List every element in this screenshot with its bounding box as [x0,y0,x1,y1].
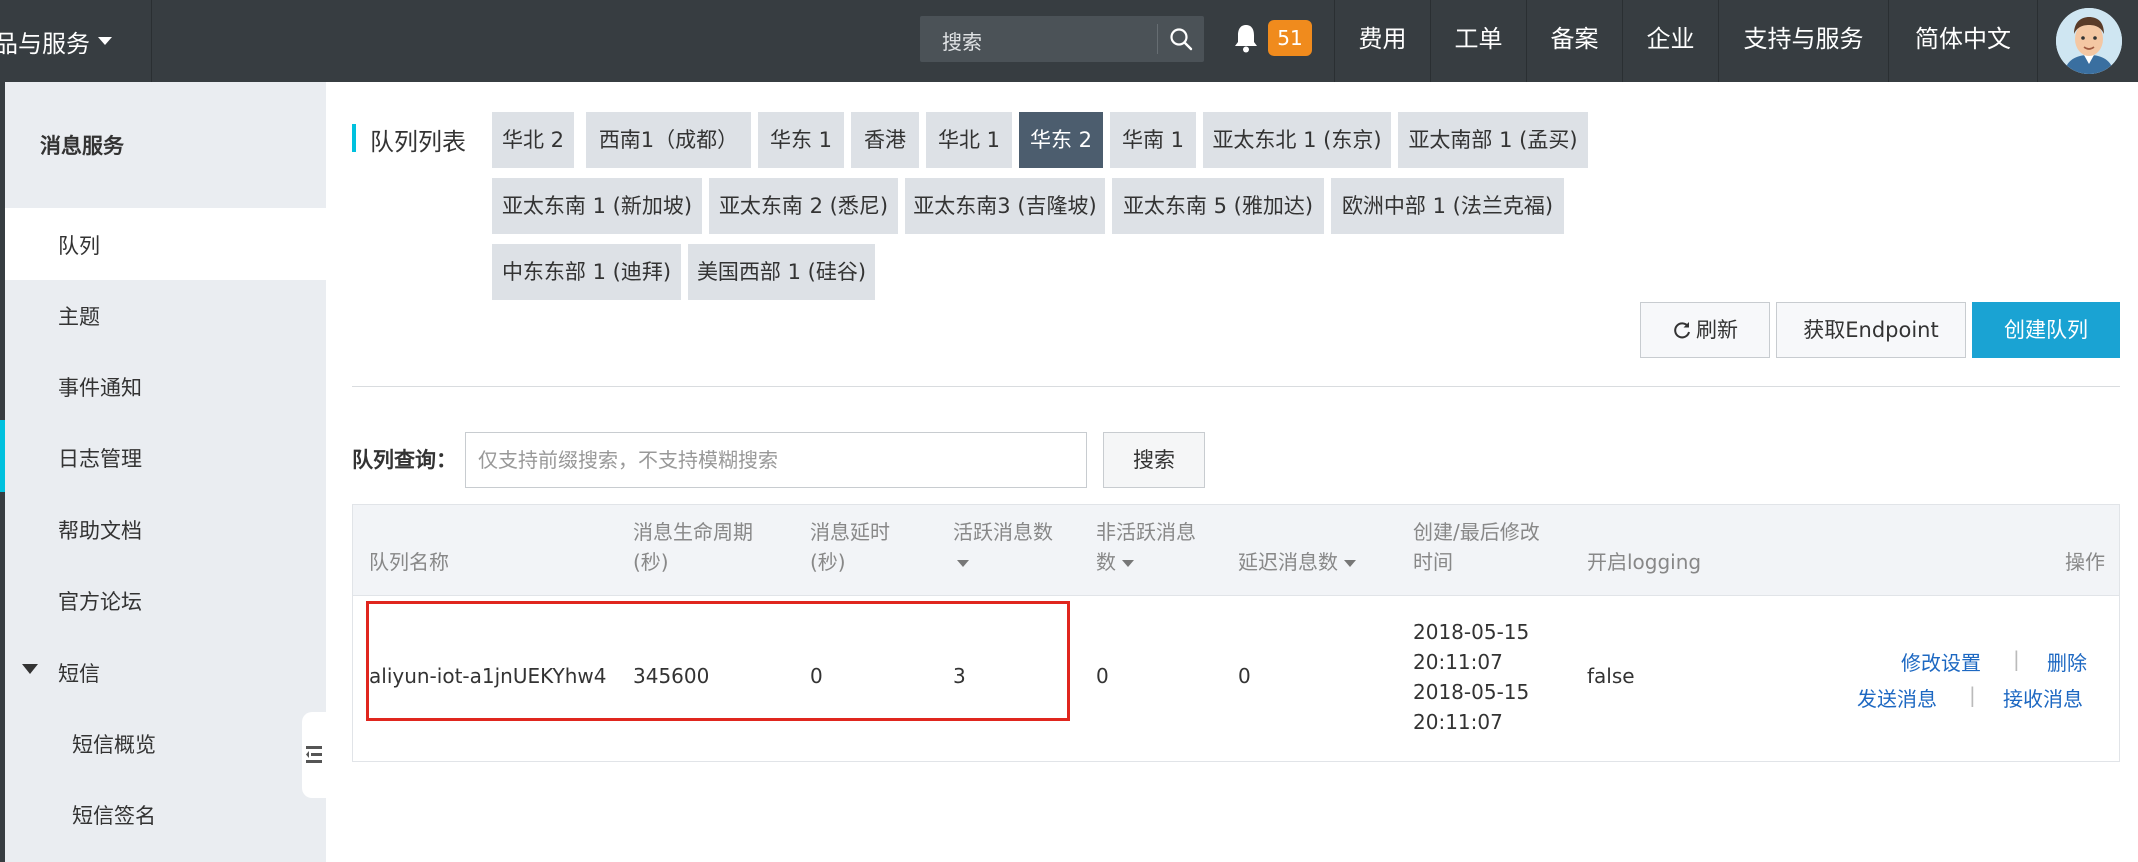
query-search-button[interactable]: 搜索 [1103,432,1205,488]
sort-delayed-icon[interactable] [1344,560,1356,567]
sidebar-item-help-docs[interactable]: 帮助文档 [58,515,142,545]
header-inactive-line2-text: 数 [1096,550,1116,574]
global-search[interactable]: 搜索 [920,16,1204,62]
sidebar-group-sms[interactable]: 短信 [58,658,100,688]
region-tab-tokyo[interactable]: 亚太东北 1 (东京) [1203,112,1391,168]
header-delayed-count[interactable]: 延迟消息数 [1238,547,1356,577]
header-inactive-line1[interactable]: 非活跃消息 [1096,517,1196,547]
search-divider [1157,24,1158,54]
delete-link[interactable]: 删除 [2047,647,2087,676]
queue-query-label: 队列查询： [352,448,457,472]
sidebar-collapse-toggle[interactable] [302,712,326,798]
region-tab-huadong2[interactable]: 华东 2 [1019,112,1103,168]
header-delayed-text: 延迟消息数 [1238,550,1338,574]
table-header: 队列名称 消息生命周期 (秒) 消息延时 (秒) 活跃消息数 非活跃消息 数 延… [353,505,2119,596]
sort-inactive-icon[interactable] [1122,560,1134,567]
products-menu[interactable]: 品与服务 [0,0,152,82]
region-tab-huadong1[interactable]: 华东 1 [758,112,844,168]
region-tab-siliconvalley[interactable]: 美国西部 1 (硅谷) [688,244,875,300]
sidebar-item-topic[interactable]: 主题 [58,301,100,331]
cell-delayed-count: 0 [1238,664,1251,688]
section-divider [352,386,2120,387]
region-tab-hongkong[interactable]: 香港 [851,112,919,168]
cell-logging: false [1587,664,1635,688]
highlight-annotation-box [366,601,1070,721]
op-separator: | [2013,647,2020,671]
expand-triangle-icon[interactable] [22,664,38,674]
region-tab-huanan1[interactable]: 华南 1 [1110,112,1196,168]
refresh-button[interactable]: 刷新 [1640,302,1770,358]
header-delay-line2: (秒) [810,550,846,574]
queue-query-field[interactable] [465,432,1087,488]
nav-enterprise[interactable]: 企业 [1622,0,1718,82]
header-time-line2: 时间 [1413,550,1453,574]
modify-settings-link[interactable]: 修改设置 [1901,647,1981,676]
region-tab-frankfurt[interactable]: 欧洲中部 1 (法兰克福) [1331,178,1564,234]
cell-modified-time: 20:11:07 [1413,710,1503,734]
sort-active-icon[interactable] [953,547,969,577]
top-navbar: 品与服务 搜索 51 费用 工单 备案 企业 支持与服务 简体中文 [0,0,2138,82]
user-avatar[interactable] [2056,8,2122,74]
cell-modified-date: 2018-05-15 [1413,680,1530,704]
region-tab-singapore[interactable]: 亚太东南 1 (新加坡) [492,178,702,234]
title-accent-bar [352,124,356,152]
collapse-icon [306,746,322,763]
region-tab-huabei2[interactable]: 华北 2 [492,112,574,168]
sidebar-item-queue[interactable]: 队列 [58,230,100,260]
header-active-count[interactable]: 活跃消息数 [953,517,1053,547]
region-tab-huabei1[interactable]: 华北 1 [926,112,1012,168]
notification-count-badge[interactable]: 51 [1268,20,1312,56]
header-inactive-line2[interactable]: 数 [1096,547,1134,577]
op-separator: | [1969,683,1976,707]
sidebar-title: 消息服务 [40,134,124,158]
get-endpoint-button[interactable]: 获取Endpoint [1776,302,1966,358]
avatar-face-icon [2056,8,2122,74]
header-delay-line1: 消息延时 [810,520,890,544]
sidebar-active-highlight [5,208,326,280]
create-queue-button[interactable]: 创建队列 [1972,302,2120,358]
sidebar [0,82,326,862]
region-tab-jakarta[interactable]: 亚太东南 5 (雅加达) [1112,178,1324,234]
region-tab-kualalumpur[interactable]: 亚太东南3 (吉隆坡) [905,178,1105,234]
nav-billing[interactable]: 费用 [1334,0,1430,82]
products-menu-label: 品与服务 [0,29,90,58]
sidebar-item-sms-signature[interactable]: 短信签名 [72,800,156,830]
refresh-icon [1674,322,1690,339]
sidebar-item-event-notification[interactable]: 事件通知 [58,372,142,402]
page-title: 队列列表 [370,128,466,156]
queue-query-input[interactable] [466,433,1086,487]
region-tab-xinan1[interactable]: 西南1（成都） [586,112,751,168]
header-lifecycle-line2: (秒) [633,550,669,574]
global-search-placeholder: 搜索 [942,30,982,54]
search-icon[interactable] [1168,26,1194,52]
header-lifecycle-line1: 消息生命周期 [633,520,753,544]
header-operations: 操作 [2065,550,2105,574]
region-tab-sydney[interactable]: 亚太东南 2 (悉尼) [709,178,898,234]
header-time-line1: 创建/最后修改 [1413,520,1540,544]
nav-support[interactable]: 支持与服务 [1718,0,1888,82]
cell-inactive-count: 0 [1096,664,1109,688]
refresh-button-label: 刷新 [1696,318,1738,342]
nav-tickets[interactable]: 工单 [1430,0,1526,82]
caret-down-icon [98,37,112,45]
sidebar-item-forum[interactable]: 官方论坛 [58,586,142,616]
receive-message-link[interactable]: 接收消息 [2003,683,2083,712]
region-tab-dubai[interactable]: 中东东部 1 (迪拜) [492,244,681,300]
bell-icon[interactable] [1232,22,1260,54]
send-message-link[interactable]: 发送消息 [1857,683,1937,712]
header-logging: 开启logging [1587,550,1702,574]
cell-created-date: 2018-05-15 [1413,620,1530,644]
cell-created-time: 20:11:07 [1413,650,1503,674]
nav-icp-filing[interactable]: 备案 [1526,0,1622,82]
sidebar-item-log-management[interactable]: 日志管理 [58,443,142,473]
nav-language[interactable]: 简体中文 [1888,0,2038,82]
sidebar-item-sms-overview[interactable]: 短信概览 [72,729,156,759]
header-queue-name: 队列名称 [369,550,449,574]
sidebar-accent-marker [0,420,5,492]
region-tab-mumbai[interactable]: 亚太南部 1 (孟买) [1398,112,1588,168]
